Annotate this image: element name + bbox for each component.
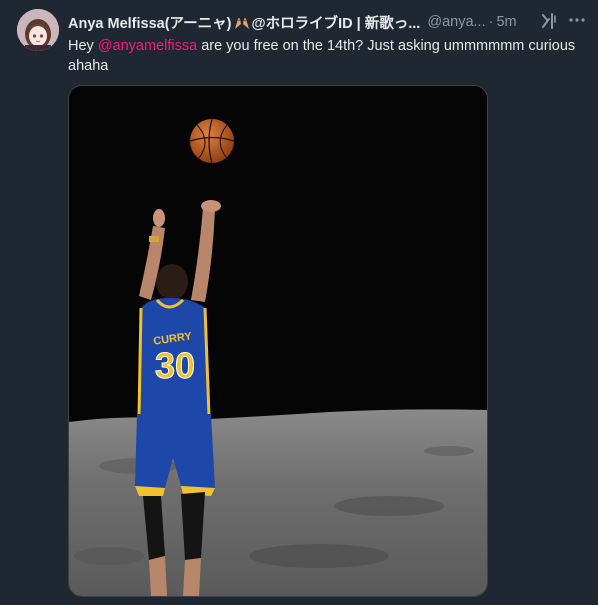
mention-link[interactable]: @anyamelfissa xyxy=(98,38,197,54)
grok-icon[interactable] xyxy=(540,12,558,30)
user-handle[interactable]: @anya... xyxy=(427,14,485,30)
tweet: Anya Melfissa(アーニャ) @ホロライブID | 新歌っ... @an… xyxy=(0,0,598,605)
tweet-media[interactable]: CURRY 30 xyxy=(68,85,488,597)
separator-dot: · xyxy=(488,14,494,30)
tweet-header: Anya Melfissa(アーニャ) @ホロライブID | 新歌っ... @an… xyxy=(68,12,586,32)
basketball-icon xyxy=(189,118,235,164)
timestamp[interactable]: 5m xyxy=(496,14,516,30)
more-icon[interactable] xyxy=(568,11,586,29)
display-name[interactable]: Anya Melfissa(アーニャ) @ホロライブID | 新歌っ... xyxy=(68,12,420,33)
tweet-text: Hey @anyamelfissa are you free on the 14… xyxy=(68,36,590,76)
avatar[interactable] xyxy=(17,9,59,51)
tweet-text-before: Hey xyxy=(68,38,98,54)
jersey-number: 30 xyxy=(155,345,195,386)
display-name-prefix: Anya Melfissa(アーニャ) xyxy=(68,15,232,32)
display-name-suffix: @ホロライブID | 新歌っ... xyxy=(251,15,421,32)
avatar-image xyxy=(17,9,59,51)
hands-emoji-icon xyxy=(234,17,249,29)
media-image: CURRY 30 xyxy=(69,86,487,596)
